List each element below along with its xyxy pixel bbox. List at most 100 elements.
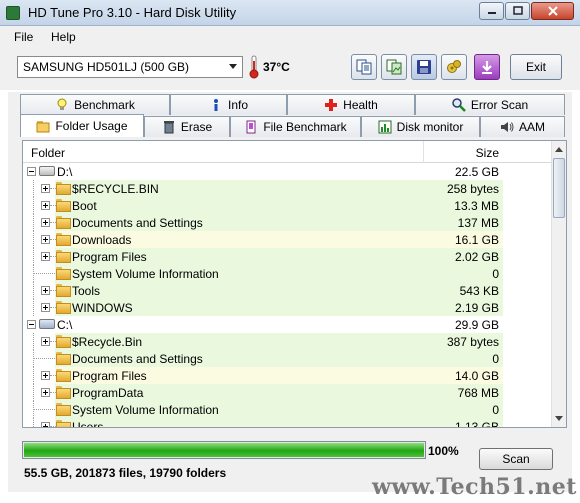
folder-size: 2.02 GB (454, 250, 499, 264)
expand-plus-icon[interactable] (41, 218, 50, 227)
expand-plus-icon[interactable] (41, 303, 50, 312)
close-button[interactable] (531, 2, 574, 20)
tab-health[interactable]: Health (287, 94, 415, 115)
folder-size: 0 (492, 403, 499, 417)
exit-button[interactable]: Exit (510, 54, 562, 80)
tree-folder-row[interactable]: Tools 543 KB (23, 282, 553, 299)
tree-folder-row[interactable]: Boot 13.3 MB (23, 197, 553, 214)
main-panel: Benchmark Info Health Error Scan Folder … (8, 92, 572, 492)
tab-label: Health (343, 98, 378, 112)
options-button[interactable] (441, 54, 467, 80)
tree-folder-row[interactable]: Documents and Settings 137 MB (23, 214, 553, 231)
tab-file-benchmark[interactable]: File Benchmark (230, 116, 361, 137)
maximize-button[interactable] (505, 2, 530, 20)
expand-plus-icon[interactable] (41, 371, 50, 380)
collapse-minus-icon[interactable] (27, 167, 36, 176)
lightbulb-icon (57, 98, 67, 110)
menu-file[interactable]: File (14, 30, 33, 44)
folder-size: 2.19 GB (454, 301, 499, 315)
folder-tree[interactable]: Folder Size D:\ 22.5 GB $RECYCLE.BIN 258 by… (22, 140, 567, 428)
expand-plus-icon[interactable] (41, 235, 50, 244)
chart-icon (378, 120, 392, 134)
tree-folder-row[interactable]: Documents and Settings 0 (23, 350, 553, 367)
tree-folder-row[interactable]: System Volume Information 0 (23, 401, 553, 418)
tree-line (33, 333, 34, 350)
tree-folder-row[interactable]: WINDOWS 2.19 GB (23, 299, 553, 316)
tree-line (33, 299, 34, 316)
folder-size: 258 bytes (446, 182, 499, 196)
minimize-button[interactable] (479, 2, 504, 20)
folder-icon (56, 233, 71, 246)
tab-label: Benchmark (74, 98, 135, 112)
tree-folder-row[interactable]: System Volume Information 0 (23, 265, 553, 282)
copy-screenshot-icon (386, 59, 402, 75)
folder-icon (56, 301, 71, 314)
menu-help[interactable]: Help (51, 30, 76, 44)
tree-folder-row[interactable]: Users 1.13 GB (23, 418, 553, 427)
tree-folder-row[interactable]: $Recycle.Bin 387 bytes (23, 333, 553, 350)
expand-plus-icon[interactable] (41, 337, 50, 346)
column-header-size[interactable]: Size (423, 141, 503, 163)
column-header-folder[interactable]: Folder (31, 146, 65, 160)
save-button[interactable] (411, 54, 437, 80)
folder-icon (56, 250, 71, 263)
tab-info[interactable]: Info (170, 94, 287, 115)
tree-folder-row[interactable]: Downloads 16.1 GB (23, 231, 553, 248)
tab-erase[interactable]: Erase (144, 116, 230, 137)
folder-size: 543 KB (459, 284, 499, 298)
watermark: www.Tech51.net (372, 474, 577, 500)
folder-name: Boot (72, 199, 97, 213)
folder-name: $RECYCLE.BIN (72, 182, 159, 196)
tab-folder-usage[interactable]: Folder Usage (20, 114, 144, 137)
toolbar: SAMSUNG HD501LJ (500 GB) 37°C Exit (0, 48, 580, 90)
tree-folder-row[interactable]: $RECYCLE.BIN 258 bytes (23, 180, 553, 197)
tab-error-scan[interactable]: Error Scan (415, 94, 565, 115)
scrollbar-thumb[interactable] (553, 158, 565, 218)
expand-plus-icon[interactable] (41, 286, 50, 295)
folder-icon (56, 335, 71, 348)
tab-aam[interactable]: AAM (480, 116, 565, 137)
folder-name: Tools (72, 284, 101, 298)
copy-text-button[interactable] (351, 54, 377, 80)
close-icon (547, 6, 558, 16)
chevron-down-icon (229, 64, 237, 69)
folder-name: Downloads (72, 233, 132, 247)
tree-drive-row[interactable]: C:\ 29.9 GB (23, 316, 553, 333)
expand-plus-icon[interactable] (41, 422, 50, 427)
tab-disk-monitor[interactable]: Disk monitor (361, 116, 480, 137)
folder-name: WINDOWS (72, 301, 133, 315)
collapse-minus-icon[interactable] (27, 320, 36, 329)
folder-icon (56, 267, 71, 280)
copy-screenshot-button[interactable] (381, 54, 407, 80)
tree-folder-row[interactable]: ProgramData 768 MB (23, 384, 553, 401)
folder-size: 137 MB (457, 216, 499, 230)
scroll-up-icon[interactable] (555, 147, 563, 152)
download-button[interactable] (474, 54, 500, 80)
folder-name: D:\ (57, 165, 73, 179)
title-bar[interactable]: HD Tune Pro 3.10 - Hard Disk Utility (0, 0, 580, 26)
app-icon (6, 6, 20, 20)
folder-icon (56, 199, 71, 212)
copy-text-icon (356, 59, 372, 75)
folder-icon (56, 216, 71, 229)
expand-plus-icon[interactable] (41, 184, 50, 193)
scroll-down-icon[interactable] (555, 416, 563, 421)
folder-icon (56, 352, 71, 365)
expand-plus-icon[interactable] (41, 388, 50, 397)
folder-name: System Volume Information (72, 403, 219, 417)
expand-plus-icon[interactable] (41, 201, 50, 210)
tree-folder-row[interactable]: Program Files 14.0 GB (23, 367, 553, 384)
tree-folder-row[interactable]: Program Files 2.02 GB (23, 248, 553, 265)
tab-label: Folder Usage (55, 119, 128, 133)
vertical-scrollbar[interactable] (551, 141, 566, 427)
speaker-icon (500, 122, 514, 132)
tab-label: Info (227, 98, 248, 112)
drive-select[interactable]: SAMSUNG HD501LJ (500 GB) (17, 56, 243, 78)
expand-plus-icon[interactable] (41, 252, 50, 261)
folder-size: 0 (492, 267, 499, 281)
magnifier-icon (452, 98, 466, 112)
scan-button[interactable]: Scan (479, 448, 553, 470)
tree-line (33, 231, 34, 248)
tree-drive-row[interactable]: D:\ 22.5 GB (23, 163, 553, 180)
tab-benchmark[interactable]: Benchmark (20, 94, 170, 115)
